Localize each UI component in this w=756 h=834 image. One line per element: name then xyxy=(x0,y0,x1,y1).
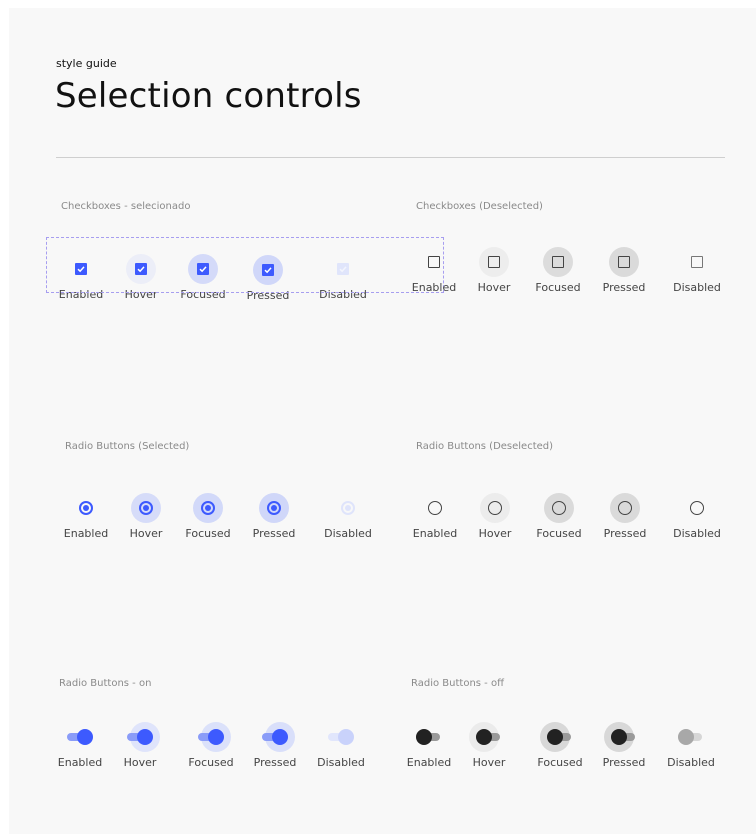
section-label-checkboxes-selected: Checkboxes - selecionado xyxy=(61,201,191,212)
radio-selected[interactable] xyxy=(267,501,281,515)
state-label: Disabled xyxy=(319,288,367,301)
radio-selected-disabled: Disabled xyxy=(318,495,378,547)
switch-thumb xyxy=(338,729,354,745)
checkbox-checked-disabled xyxy=(337,263,349,275)
switch-on[interactable] xyxy=(198,729,224,745)
radio-unselected[interactable] xyxy=(618,501,632,515)
page-eyebrow: style guide xyxy=(56,57,117,70)
state-label: Disabled xyxy=(324,527,372,540)
switch-off[interactable] xyxy=(611,729,637,745)
checkbox-unchecked[interactable] xyxy=(552,256,564,268)
switch-on[interactable] xyxy=(127,729,153,745)
radio-deselected-disabled: Disabled xyxy=(667,495,727,547)
switch-thumb xyxy=(611,729,627,745)
checkbox-selected-pressed[interactable]: Pressed xyxy=(238,255,298,309)
state-label: Disabled xyxy=(317,756,365,769)
checkbox-deselected-disabled: Disabled xyxy=(667,249,727,301)
switch-thumb xyxy=(678,729,694,745)
state-label: Disabled xyxy=(673,281,721,294)
radio-selected-disabled xyxy=(341,501,355,515)
switch-thumb xyxy=(476,729,492,745)
check-icon xyxy=(264,267,272,274)
checkbox-checked[interactable] xyxy=(75,263,87,275)
switch-on[interactable] xyxy=(262,729,288,745)
radio-selected[interactable] xyxy=(79,501,93,515)
style-guide-canvas xyxy=(9,8,756,834)
checkbox-deselected-pressed[interactable]: Pressed xyxy=(594,247,654,301)
section-label-switch-off: Radio Buttons - off xyxy=(411,678,504,689)
radio-unselected[interactable] xyxy=(552,501,566,515)
switch-on-disabled xyxy=(328,729,354,745)
section-label-switch-on: Radio Buttons - on xyxy=(59,678,152,689)
checkbox-checked[interactable] xyxy=(197,263,209,275)
checkbox-unchecked-disabled xyxy=(691,256,703,268)
title-divider xyxy=(56,157,725,158)
check-icon xyxy=(77,266,85,273)
radio-deselected-pressed[interactable]: Pressed xyxy=(595,493,655,547)
checkbox-unchecked[interactable] xyxy=(488,256,500,268)
switch-on[interactable] xyxy=(67,729,93,745)
section-label-radio-selected: Radio Buttons (Selected) xyxy=(65,441,190,452)
switch-thumb xyxy=(272,729,288,745)
checkbox-selected-disabled: Disabled xyxy=(313,256,373,308)
check-icon xyxy=(339,266,347,273)
check-icon xyxy=(199,266,207,273)
radio-selected[interactable] xyxy=(201,501,215,515)
checkbox-checked[interactable] xyxy=(135,263,147,275)
switch-on-disabled: Disabled xyxy=(311,724,371,776)
switch-off[interactable] xyxy=(476,729,502,745)
switch-off[interactable] xyxy=(547,729,573,745)
switch-thumb xyxy=(547,729,563,745)
switch-thumb xyxy=(416,729,432,745)
switch-off-disabled: Disabled xyxy=(661,724,721,776)
radio-selected[interactable] xyxy=(139,501,153,515)
switch-off-disabled xyxy=(678,729,704,745)
section-label-radio-deselected: Radio Buttons (Deselected) xyxy=(416,441,554,452)
state-label: Disabled xyxy=(673,527,721,540)
radio-selected-pressed[interactable]: Pressed xyxy=(244,493,304,547)
switch-thumb xyxy=(77,729,93,745)
check-icon xyxy=(137,266,145,273)
checkbox-checked[interactable] xyxy=(262,264,274,276)
state-label: Disabled xyxy=(667,756,715,769)
switch-thumb xyxy=(137,729,153,745)
switch-thumb xyxy=(208,729,224,745)
page-title: Selection controls xyxy=(55,76,362,116)
checkbox-unchecked[interactable] xyxy=(428,256,440,268)
radio-unselected[interactable] xyxy=(488,501,502,515)
radio-unselected-disabled xyxy=(690,501,704,515)
section-label-checkboxes-deselected: Checkboxes (Deselected) xyxy=(416,201,543,212)
switch-off[interactable] xyxy=(416,729,442,745)
checkbox-unchecked[interactable] xyxy=(618,256,630,268)
radio-unselected[interactable] xyxy=(428,501,442,515)
